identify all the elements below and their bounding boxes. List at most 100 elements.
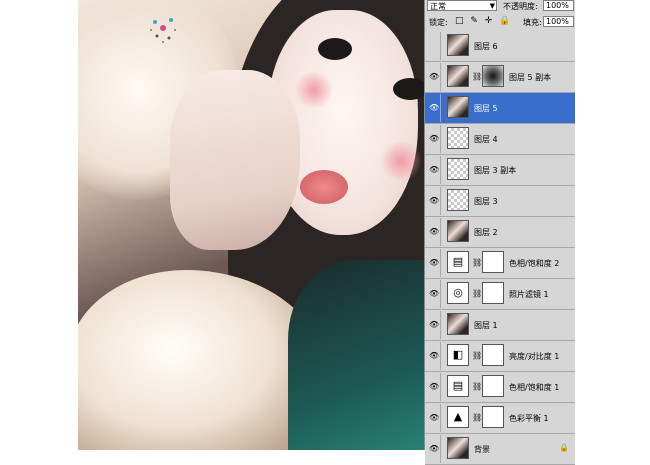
photo-hand: [170, 70, 300, 250]
eye-icon: 👁: [429, 134, 440, 143]
visibility-toggle[interactable]: 👁: [426, 342, 441, 370]
adjustment-thumbnail[interactable]: ▲: [447, 406, 469, 428]
eye-icon: 👁: [429, 413, 440, 422]
layer-thumbnail[interactable]: [447, 34, 469, 56]
layer-thumbnail[interactable]: [447, 220, 469, 242]
layer-row[interactable]: 图层 6: [425, 31, 575, 62]
visibility-toggle[interactable]: 👁: [426, 280, 441, 308]
link-icon[interactable]: ⛓: [472, 382, 482, 391]
layers-panel: 正常 ▼ 不透明度: 100% 锁定: □ ✎ ✛ 🔒 填充: 100% 图层 …: [424, 0, 575, 465]
layer-mask-thumbnail[interactable]: [482, 344, 504, 366]
eye-icon: 👁: [429, 258, 440, 267]
link-icon[interactable]: ⛓: [472, 72, 482, 81]
layer-mask-thumbnail[interactable]: [482, 375, 504, 397]
layer-thumbnail[interactable]: [447, 65, 469, 87]
layer-thumbnail[interactable]: [447, 127, 469, 149]
layer-mask-thumbnail[interactable]: [482, 406, 504, 428]
eye-icon: 👁: [429, 72, 440, 81]
visibility-toggle[interactable]: 👁: [426, 156, 441, 184]
layer-name: 图层 4: [474, 135, 498, 144]
layer-name: 色彩平衡 1: [509, 414, 549, 423]
layer-name: 图层 5: [474, 104, 498, 113]
layer-mask-thumbnail[interactable]: [482, 282, 504, 304]
blend-mode-select[interactable]: 正常 ▼: [427, 0, 497, 11]
layer-name: 色相/饱和度 1: [509, 383, 560, 392]
layer-row[interactable]: 👁 ▲ ⛓ 色彩平衡 1: [425, 403, 575, 434]
visibility-toggle[interactable]: 👁: [426, 435, 441, 463]
layer-name: 照片滤镜 1: [509, 290, 549, 299]
layer-row[interactable]: 👁 ◎ ⛓ 照片滤镜 1: [425, 279, 575, 310]
eye-icon: 👁: [429, 320, 440, 329]
visibility-toggle[interactable]: 👁: [426, 187, 441, 215]
layer-row[interactable]: 👁 ▤ ⛓ 色相/饱和度 2: [425, 248, 575, 279]
layer-row[interactable]: 👁 图层 3 副本: [425, 155, 575, 186]
blend-mode-value: 正常: [430, 2, 446, 11]
fill-field[interactable]: 100%: [543, 16, 574, 27]
visibility-toggle[interactable]: 👁: [426, 404, 441, 432]
link-icon[interactable]: ⛓: [472, 351, 482, 360]
photo-blush-left: [293, 72, 335, 108]
opacity-field[interactable]: 100%: [543, 0, 574, 11]
fill-label: 填充:: [523, 18, 542, 27]
eye-icon: 👁: [429, 227, 440, 236]
layer-mask-thumbnail[interactable]: [482, 251, 504, 273]
layer-name: 图层 2: [474, 228, 498, 237]
eye-icon: 👁: [429, 382, 440, 391]
document-canvas[interactable]: [78, 0, 424, 450]
adjustment-thumbnail[interactable]: ◎: [447, 282, 469, 304]
photo-jacket: [288, 260, 424, 450]
visibility-toggle[interactable]: 👁: [426, 311, 441, 339]
link-icon[interactable]: ⛓: [472, 289, 482, 298]
layer-name: 图层 3 副本: [474, 166, 517, 175]
eye-icon: 👁: [429, 351, 440, 360]
eye-icon: 👁: [429, 444, 440, 453]
link-icon[interactable]: ⛓: [472, 258, 482, 267]
layer-thumbnail[interactable]: [447, 96, 469, 118]
adjustment-icon: ▤: [452, 379, 464, 392]
layer-thumbnail[interactable]: [447, 437, 469, 459]
layer-thumbnail[interactable]: [447, 158, 469, 180]
adjustment-icon: ▤: [452, 255, 464, 268]
link-icon[interactable]: ⛓: [472, 413, 482, 422]
visibility-toggle[interactable]: 👁: [426, 125, 441, 153]
adjustment-thumbnail[interactable]: ◧: [447, 344, 469, 366]
layer-row[interactable]: 👁 图层 4: [425, 124, 575, 155]
layer-row[interactable]: 👁 图层 3: [425, 186, 575, 217]
adjustment-icon: ▲: [453, 410, 463, 423]
opacity-label: 不透明度:: [503, 2, 538, 11]
photo-eye-right: [393, 78, 424, 100]
adjustment-thumbnail[interactable]: ▤: [447, 251, 469, 273]
eye-icon: 👁: [429, 165, 440, 174]
chevron-down-icon: ▼: [489, 2, 495, 10]
visibility-toggle[interactable]: 👁: [426, 373, 441, 401]
layer-row[interactable]: 👁 ▤ ⛓ 色相/饱和度 1: [425, 372, 575, 403]
eye-icon: 👁: [429, 196, 440, 205]
layer-thumbnail[interactable]: [447, 189, 469, 211]
eye-icon: 👁: [429, 289, 440, 298]
lock-icon: 🔒: [559, 443, 569, 452]
eye-icon: 👁: [429, 103, 440, 112]
layer-name: 亮度/对比度 1: [509, 352, 560, 361]
visibility-toggle[interactable]: 👁: [426, 249, 441, 277]
visibility-toggle[interactable]: 👁: [426, 94, 441, 122]
layer-thumbnail[interactable]: [447, 313, 469, 335]
adjustment-icon: ◧: [452, 348, 464, 361]
blend-opacity-row: 正常 ▼ 不透明度: 100%: [425, 0, 575, 13]
visibility-toggle[interactable]: 👁: [426, 218, 441, 246]
lock-options-icon[interactable]: □ ✎ ✛ 🔒: [455, 16, 512, 26]
photo-lips: [300, 170, 348, 204]
layer-row[interactable]: 👁 ⛓ 图层 5 副本: [425, 62, 575, 93]
layer-row[interactable]: 👁 图层 5: [425, 93, 575, 124]
visibility-toggle[interactable]: 👁: [426, 63, 441, 91]
sparkle-sticker: [150, 18, 176, 43]
adjustment-thumbnail[interactable]: ▤: [447, 375, 469, 397]
lock-fill-row: 锁定: □ ✎ ✛ 🔒 填充: 100%: [425, 15, 575, 29]
layer-mask-thumbnail[interactable]: [482, 65, 504, 87]
layer-row[interactable]: 👁 ◧ ⛓ 亮度/对比度 1: [425, 341, 575, 372]
layer-row[interactable]: 👁 图层 2: [425, 217, 575, 248]
layer-name: 图层 5 副本: [509, 73, 552, 82]
layer-name: 图层 6: [474, 42, 498, 51]
layer-name: 色相/饱和度 2: [509, 259, 560, 268]
visibility-toggle[interactable]: [426, 32, 441, 60]
layer-row[interactable]: 👁 图层 1: [425, 310, 575, 341]
